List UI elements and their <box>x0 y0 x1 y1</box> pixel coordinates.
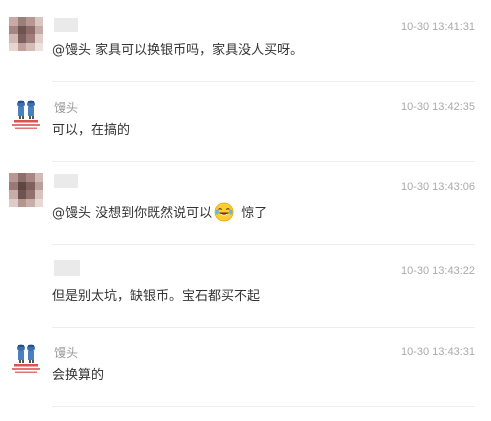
comment-body: 没想到你既然说可以 <box>91 206 213 221</box>
comment-body: 但是别太坑，缺银币。宝石都买不起 <box>52 289 261 304</box>
laughing-crying-emoji-icon <box>214 202 234 222</box>
comment-timestamp: 10-30 13:43:06 <box>400 181 475 193</box>
comment-text: @馒头 家具可以换银币吗，家具没人买呀。 <box>52 42 303 60</box>
comment-text: 会换算的 <box>52 367 104 385</box>
user-avatar[interactable] <box>9 173 43 207</box>
comment-timestamp: 10-30 13:41:31 <box>400 21 475 33</box>
comment-body-after: 惊了 <box>237 206 268 221</box>
comment-text: 但是别太坑，缺银币。宝石都买不起 <box>52 288 260 306</box>
username-redacted <box>54 174 78 188</box>
username[interactable]: 馒头 <box>54 345 78 361</box>
divider <box>52 327 475 328</box>
comment-timestamp: 10-30 13:42:35 <box>400 101 475 113</box>
cartoon-logo-avatar[interactable] <box>9 341 43 375</box>
cartoon-logo-avatar[interactable] <box>9 97 43 131</box>
comment-text: 可以，在搞的 <box>52 122 130 140</box>
username[interactable]: 馒头 <box>54 100 78 116</box>
mention-link[interactable]: @馒头 <box>52 43 91 58</box>
cartoon-logo-icon <box>9 341 43 375</box>
comment-timestamp: 10-30 13:43:31 <box>400 346 475 358</box>
user-avatar[interactable] <box>9 17 43 51</box>
comment-body: 家具可以换银币吗，家具没人买呀。 <box>91 43 304 58</box>
username-redacted <box>54 18 78 32</box>
username-redacted <box>54 260 80 276</box>
comment-body: 可以，在搞的 <box>52 123 131 138</box>
comment-timestamp: 10-30 13:43:22 <box>400 265 475 277</box>
divider <box>52 244 475 245</box>
divider <box>52 161 475 162</box>
divider <box>52 81 475 82</box>
divider <box>52 406 475 407</box>
comment-text: @馒头 没想到你既然说可以 惊了 <box>52 202 268 223</box>
cartoon-logo-icon <box>9 97 43 131</box>
comment-body: 会换算的 <box>52 368 105 383</box>
mention-link[interactable]: @馒头 <box>52 206 91 221</box>
